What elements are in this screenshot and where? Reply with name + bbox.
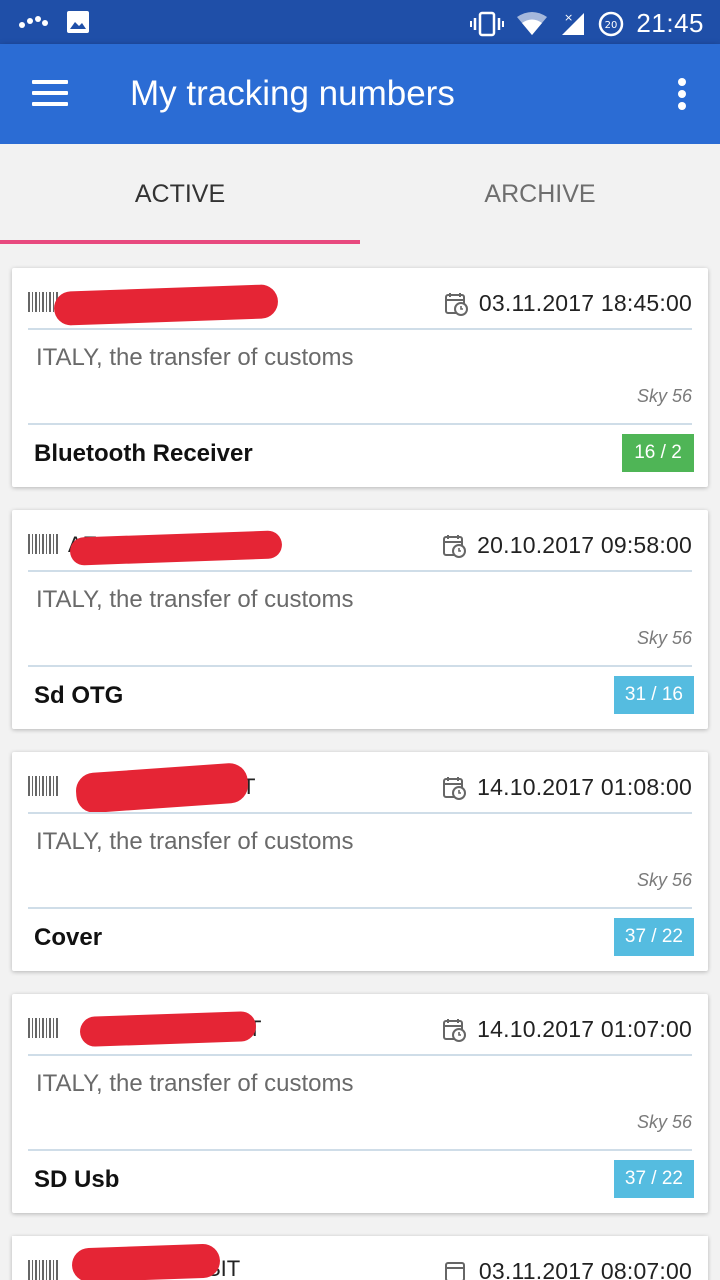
redaction-mark [69,530,283,566]
barcode-icon [28,1018,58,1038]
item-name: Sd OTG [34,682,124,709]
status-bar: × 20 21:45 [0,0,720,44]
delivery-service: Sky 56 [636,870,692,890]
divider [28,570,692,572]
calendar-clock-icon [444,1261,465,1280]
divider [28,1054,692,1056]
tracking-date: 14.10.2017 01:07:00 [477,1016,692,1042]
redaction-mark [74,762,250,814]
tracking-card[interactable]: T 14.10.2017 01:08:00 ITALY, the transfe… [12,752,708,971]
vibrate-icon [470,11,505,36]
calendar-clock-icon [443,776,467,800]
more-vert-icon[interactable] [676,78,688,110]
battery-level: 20 [605,20,618,31]
days-badge: 31 / 16 [613,676,694,714]
tracking-date: 14.10.2017 01:08:00 [477,774,692,800]
delivery-service: Sky 56 [636,628,692,648]
tracking-status: ITALY, the transfer of customs [36,1070,354,1097]
tracking-list: AE 03.11.2017 18:45:00 ITALY, the transf… [12,268,708,1236]
tracking-card[interactable]: T 14.10.2017 01:07:00 ITALY, the transfe… [12,994,708,1213]
system-icons: × 20 21:45 [470,8,704,39]
calendar-clock-icon [444,292,468,316]
image-notification-icon [67,11,89,33]
divider [28,328,692,330]
item-name: Bluetooth Receiver [34,440,253,467]
hamburger-menu-icon[interactable] [32,80,68,108]
tab-archive[interactable]: ARCHIVE [360,144,720,244]
days-badge: 37 / 22 [613,918,694,956]
tab-indicator [0,240,360,244]
barcode-icon [28,1260,58,1280]
calendar-clock-icon [443,1018,467,1042]
tracking-date: 03.11.2017 18:45:00 [478,290,692,316]
page-title: My tracking numbers [130,74,455,113]
days-badge: 37 / 22 [613,1160,694,1198]
divider [28,812,692,814]
divider [28,423,692,425]
redaction-mark [71,1243,221,1280]
redaction-mark [53,284,279,326]
tracking-status: ITALY, the transfer of customs [36,828,354,855]
delivery-service: Sky 56 [636,386,692,406]
notification-app-icon [19,16,48,28]
tracking-status: ITALY, the transfer of customs [36,344,354,371]
svg-text:×: × [564,11,573,24]
notification-icons [18,10,90,34]
calendar-clock-icon [443,534,467,558]
tracking-date: 20.10.2017 09:58:00 [477,532,692,558]
clock: 21:45 [636,8,704,38]
tab-bar: ACTIVE ARCHIVE [0,144,720,244]
barcode-icon [28,776,58,796]
tracking-card[interactable]: AE 03.11.2017 18:45:00 ITALY, the transf… [12,268,708,487]
tab-active[interactable]: ACTIVE [0,144,360,244]
tracking-card[interactable]: AE 20.10.2017 09:58:00 ITALY, the transf… [12,510,708,729]
tracking-status: ITALY, the transfer of customs [36,586,354,613]
delivery-service: Sky 56 [636,1112,692,1132]
item-name: Cover [34,924,103,951]
days-badge: 16 / 2 [622,434,694,472]
divider [28,1149,692,1151]
divider [28,665,692,667]
redaction-mark [79,1010,257,1048]
wifi-icon [517,11,548,35]
tracking-date: 03.11.2017 08:07:00 [478,1258,692,1280]
cellular-signal-icon: × [562,11,585,35]
app-bar: My tracking numbers [0,44,720,144]
barcode-icon [28,534,58,554]
divider [28,907,692,909]
battery-icon: 20 [599,11,624,36]
tracking-card-partial[interactable]: SIT 03.11.2017 08:07:00 [12,1236,708,1280]
item-name: SD Usb [34,1166,120,1193]
